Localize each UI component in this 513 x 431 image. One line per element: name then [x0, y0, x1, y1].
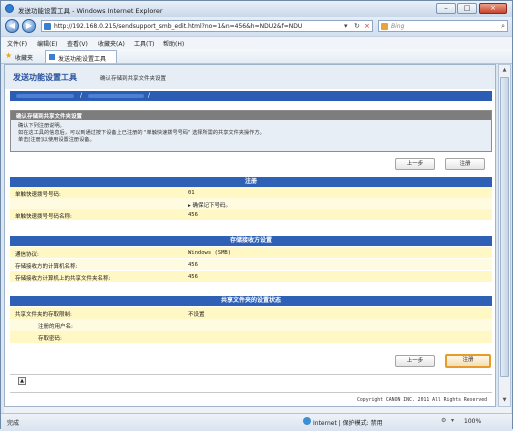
tab-current[interactable]: 发送功能设置工具 [45, 50, 117, 63]
section-destination-heading: 存储接收方设置 [10, 236, 492, 246]
minimize-button[interactable]: – [436, 3, 456, 14]
row-label: 存取密码: [38, 336, 62, 342]
chevron-down-icon[interactable]: ▾ [451, 417, 454, 424]
table-row: ▸ 确保记下号码。 [10, 198, 492, 209]
panel-line: 单击[注册]以使用设置注册设备。 [18, 137, 95, 143]
panel-line: 如在这工具的信息后，可以到通过按下设备上已注册的 "单触快速拨号号码" 选择所需… [18, 130, 265, 136]
security-zone[interactable]: Internet | 保护模式: 禁用 [313, 418, 383, 427]
register-button-bottom[interactable]: 注册 [445, 354, 491, 368]
table-row: 单触快速拨号号码: 01 [10, 187, 492, 198]
page-top-icon[interactable]: ▲ [18, 377, 26, 385]
menu-view[interactable]: 查看(V) [67, 39, 88, 48]
stop-icon[interactable]: × [364, 22, 370, 31]
menu-tools[interactable]: 工具(T) [134, 39, 154, 48]
row-label: 单触快速拨号号码: [15, 192, 61, 198]
section-shared-heading: 共享文件夹的设置状态 [10, 296, 492, 306]
row-label: 单触快速拨号号码名称: [15, 214, 72, 220]
row-value: 01 [188, 190, 195, 196]
search-icon[interactable]: ⌕ [501, 22, 505, 31]
browser-window: 发送功能设置工具 - Windows Internet Explorer – □… [0, 0, 513, 431]
search-placeholder: Bing [391, 23, 405, 30]
section-register-heading: 注册 [10, 177, 492, 187]
row-value: 456 [188, 212, 198, 218]
back-button-top[interactable]: 上一步 [395, 158, 435, 170]
copyright-text: Copyright CANON INC. 2011 All Rights Res… [357, 398, 487, 403]
menu-favorites[interactable]: 收藏夹(A) [98, 39, 125, 48]
refresh-icon[interactable]: ↻ [354, 22, 360, 31]
status-bar: 完成 Internet | 保护模式: 禁用 ⚙ ▾ 100% [1, 413, 512, 431]
divider [10, 392, 492, 393]
menu-file[interactable]: 文件(F) [7, 39, 27, 48]
panel-body: 确认下列注册说明。 如在这工具的信息后，可以到通过按下设备上已注册的 "单触快速… [11, 120, 491, 151]
globe-icon [303, 417, 311, 425]
register-button-top[interactable]: 注册 [445, 158, 485, 170]
row-value: Windows (SMB) [188, 250, 232, 256]
breadcrumb-item[interactable] [16, 94, 74, 98]
scroll-thumb[interactable] [500, 77, 509, 377]
breadcrumb-item[interactable] [88, 94, 144, 98]
back-nav-button[interactable]: ◀ [5, 19, 19, 33]
page-subtitle: 确认存储到共享文件夹设置 [100, 76, 167, 82]
table-row: 注册的用户名: [10, 319, 492, 331]
dropdown-arrow-icon[interactable]: ▾ [344, 22, 348, 31]
page-header: 发送功能设置工具 确认存储到共享文件夹设置 [5, 65, 495, 89]
status-text: 完成 [7, 420, 20, 427]
divider [10, 374, 492, 375]
ie-logo-icon [5, 4, 14, 13]
bing-icon [381, 23, 388, 30]
menu-help[interactable]: 帮助(H) [163, 39, 184, 48]
row-label: 注册的用户名: [38, 324, 73, 330]
panel-line: 确认下列注册说明。 [18, 123, 65, 129]
window-title: 发送功能设置工具 - Windows Internet Explorer [18, 7, 163, 15]
breadcrumb-separator: / [80, 92, 83, 99]
settings-icon[interactable]: ⚙ [441, 417, 446, 424]
info-panel: 确认存储到共享文件夹设置 确认下列注册说明。 如在这工具的信息后，可以到通过按下… [10, 110, 492, 152]
tab-label: 发送功能设置工具 [58, 56, 107, 63]
row-value: 456 [188, 262, 198, 268]
menu-edit[interactable]: 编辑(E) [37, 39, 57, 48]
breadcrumb: / / [10, 91, 492, 101]
table-row: 存取密码: [10, 331, 492, 343]
table-row: 存储接收方的计算机名称: 456 [10, 259, 492, 270]
panel-title: 确认存储到共享文件夹设置 [16, 114, 83, 120]
favorites-bar: ★ 收藏夹 发送功能设置工具 [1, 49, 512, 64]
address-input[interactable]: http://192.168.0.215/sendsupport_smb_edi… [41, 20, 373, 32]
note-text: ▸ 确保记下号码。 [188, 203, 232, 209]
page-icon [49, 54, 55, 60]
page-icon [44, 23, 51, 30]
scroll-down-icon[interactable]: ▼ [499, 395, 510, 406]
row-label: 通信协议: [15, 252, 39, 258]
back-button-bottom[interactable]: 上一步 [395, 355, 435, 367]
row-value: 456 [188, 274, 198, 280]
forward-nav-button[interactable]: ▶ [22, 19, 36, 33]
row-value: 不设置 [188, 312, 205, 318]
close-button[interactable]: × [479, 3, 507, 14]
row-label: 共享文件夹的存取限制: [15, 312, 72, 318]
favorites-button[interactable]: 收藏夹 [15, 53, 33, 62]
page-content: 发送功能设置工具 确认存储到共享文件夹设置 / / 确认存储到共享文件夹设置 确… [4, 64, 496, 407]
breadcrumb-separator: / [148, 92, 151, 99]
panel-header: 确认存储到共享文件夹设置 [11, 111, 491, 120]
maximize-button[interactable]: □ [457, 3, 477, 14]
row-label: 存储接收方计算机上的共享文件夹名称: [15, 276, 111, 282]
table-row: 单触快速拨号号码名称: 456 [10, 209, 492, 220]
row-label: 存储接收方的计算机名称: [15, 264, 78, 270]
address-toolbar: ◀ ▶ http://192.168.0.215/sendsupport_smb… [1, 17, 512, 36]
table-row: 共享文件夹的存取限制: 不设置 [10, 307, 492, 319]
table-row: 通信协议: Windows (SMB) [10, 247, 492, 258]
vertical-scrollbar[interactable]: ▲ ▼ [498, 64, 511, 407]
title-bar: 发送功能设置工具 - Windows Internet Explorer – □… [1, 1, 512, 18]
zoom-level[interactable]: 100% [464, 418, 481, 425]
url-text: http://192.168.0.215/sendsupport_smb_edi… [54, 23, 303, 30]
menu-bar: 文件(F) 编辑(E) 查看(V) 收藏夹(A) 工具(T) 帮助(H) [1, 36, 512, 50]
table-row: 存储接收方计算机上的共享文件夹名称: 456 [10, 271, 492, 282]
search-input[interactable]: Bing ⌕ [378, 20, 508, 32]
scroll-up-icon[interactable]: ▲ [499, 65, 510, 76]
page-title: 发送功能设置工具 [13, 73, 77, 82]
star-icon[interactable]: ★ [5, 52, 12, 60]
